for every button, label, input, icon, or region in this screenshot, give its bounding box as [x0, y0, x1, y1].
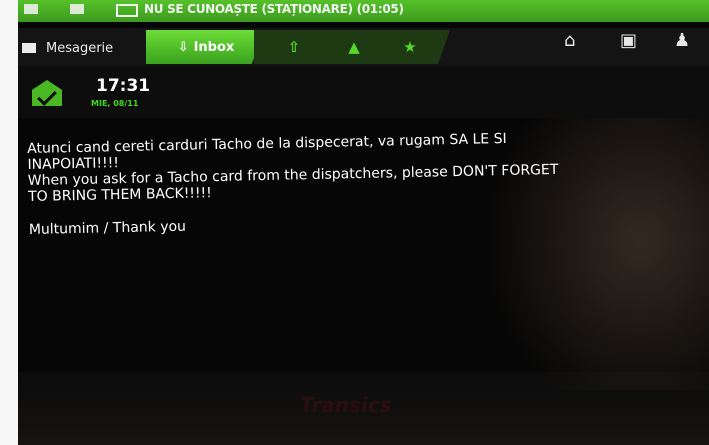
- tab-favorites[interactable]: ★: [370, 30, 450, 64]
- tab-inbox-label: Inbox: [193, 39, 235, 55]
- status-icon-2: [70, 4, 84, 14]
- user-icon[interactable]: ♟: [674, 32, 690, 50]
- device-bezel-left: [0, 0, 18, 445]
- upload-icon: ⇧: [287, 38, 301, 56]
- tab-bar: Mesagerie ⇩ Inbox ⇧ ▲ ★ ⌂ ▣ ♟: [18, 28, 709, 66]
- status-text: NU SE CUNOAȘTE (STAȚIONARE) (01:05): [144, 2, 404, 16]
- star-icon: ★: [403, 38, 417, 56]
- message-envelope-icon: [32, 80, 62, 106]
- mail-icon: [116, 4, 138, 17]
- status-bar: NU SE CUNOAȘTE (STAȚIONARE) (01:05): [0, 0, 709, 22]
- tab-inbox[interactable]: ⇩ Inbox: [146, 30, 266, 64]
- trash-icon[interactable]: ▣: [620, 32, 637, 50]
- home-icon[interactable]: ⌂: [564, 32, 575, 50]
- inbox-icon: ⇩: [177, 39, 189, 55]
- person-icon: ▲: [348, 38, 360, 56]
- message-header: 17:31 MIE, 08/11: [18, 66, 709, 118]
- envelope-icon: [22, 43, 36, 53]
- message-date: MIE, 08/11: [91, 99, 139, 108]
- status-icon-1: [24, 4, 38, 14]
- tab-mesagerie-label: Mesagerie: [46, 40, 114, 56]
- message-body: Atunci cand cereti carduri Tacho de la d…: [27, 127, 679, 238]
- message-time: 17:31: [96, 76, 151, 96]
- brand-logo: Transics: [300, 393, 392, 417]
- tab-mesagerie[interactable]: Mesagerie: [18, 34, 113, 62]
